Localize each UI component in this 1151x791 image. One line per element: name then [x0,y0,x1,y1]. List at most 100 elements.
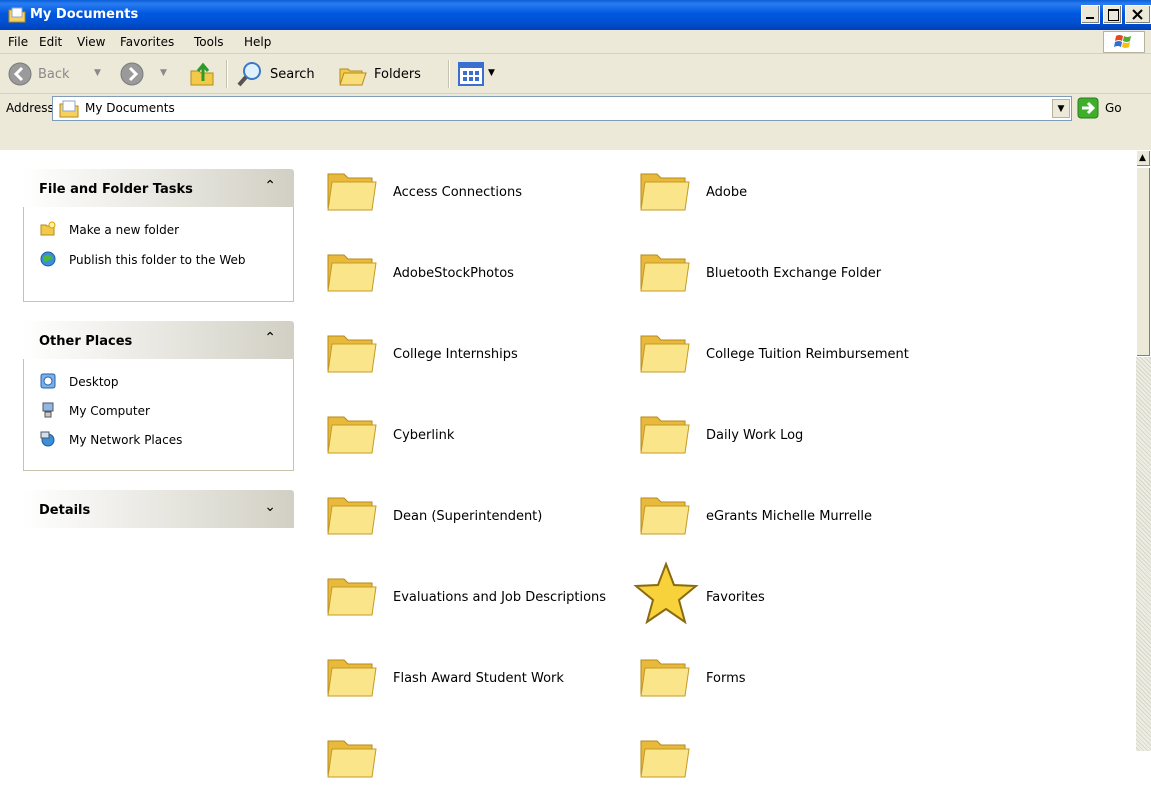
place-label: My Network Places [69,433,183,447]
views-button[interactable]: ▼ [456,60,512,88]
menu-tools[interactable]: Tools [194,35,224,49]
menu-edit[interactable]: Edit [39,35,62,49]
search-button[interactable]: Search [234,58,330,90]
address-input[interactable]: My Documents ▼ [52,96,1072,121]
minimize-button[interactable] [1081,5,1100,24]
folder-item[interactable]: College Tuition Reimbursement [637,326,937,386]
folder-name: Dean (Superintendent) [393,509,543,524]
folder-icon [324,488,378,541]
close-button[interactable] [1125,5,1151,24]
task-label: Make a new folder [69,223,180,237]
folder-icon [324,650,378,703]
network-places-icon [40,431,55,447]
folder-icon [324,569,378,622]
panel-header[interactable]: Other Places ⌃ [23,321,294,359]
toolbar-separator [448,60,449,88]
folder-item-partial[interactable] [324,731,384,791]
file-and-folder-tasks-panel: File and Folder Tasks ⌃ Make a new folde… [23,169,294,302]
folder-name: College Tuition Reimbursement [706,347,909,362]
my-documents-icon [59,100,79,118]
folder-name: Adobe [706,185,748,200]
folder-name: College Internships [393,347,518,362]
content-area: File and Folder Tasks ⌃ Make a new folde… [0,150,1136,778]
place-label: Desktop [69,375,119,389]
folder-item[interactable]: Flash Award Student Work [324,650,624,710]
address-value: My Documents [85,101,175,115]
task-pane: File and Folder Tasks ⌃ Make a new folde… [0,150,314,751]
vertical-scrollbar[interactable]: ▲ [1136,150,1151,751]
views-icon [458,62,484,86]
folder-icon [637,245,691,298]
folder-item[interactable]: Access Connections [324,164,624,224]
details-panel: Details ⌄ [23,490,294,528]
panel-title: File and Folder Tasks [39,182,193,197]
my-documents-icon [8,7,26,23]
folder-name: Access Connections [393,185,522,200]
search-label: Search [270,67,315,82]
folder-name: Bluetooth Exchange Folder [706,266,882,281]
folder-icon [324,164,378,217]
go-label: Go [1105,101,1122,115]
scroll-up-arrow-icon: ▲ [1139,153,1146,163]
back-button[interactable]: Back ▼ [4,58,114,90]
folder-item[interactable]: Daily Work Log [637,407,937,467]
place-label: My Computer [69,404,150,418]
folder-icon [637,326,691,379]
address-dropdown-icon[interactable]: ▼ [1052,99,1070,118]
menu-favorites[interactable]: Favorites [120,35,174,49]
views-dropdown-icon[interactable]: ▼ [488,68,495,78]
collapse-chevron-icon[interactable]: ⌃ [264,330,276,346]
folder-item[interactable]: Favorites [633,561,937,629]
folders-button[interactable]: Folders [334,58,438,90]
folder-item[interactable]: eGrants Michelle Murrelle [637,488,937,548]
folder-item-partial[interactable] [637,731,697,791]
menu-view[interactable]: View [77,35,105,49]
folder-item[interactable]: AdobeStockPhotos [324,245,624,305]
folders-icon [339,68,367,86]
folder-item[interactable]: College Internships [324,326,624,386]
folder-item[interactable]: Dean (Superintendent) [324,488,624,548]
panel-header[interactable]: Details ⌄ [23,490,294,528]
menu-bar: File Edit View Favorites Tools Help [0,30,1151,54]
go-button[interactable]: Go [1077,96,1143,121]
folder-item[interactable]: Cyberlink [324,407,624,467]
expand-chevron-icon[interactable]: ⌄ [264,499,276,515]
folder-item[interactable]: Evaluations and Job Descriptions [324,569,624,629]
collapse-chevron-icon[interactable]: ⌃ [264,178,276,194]
desktop-icon [40,373,56,389]
back-label: Back [38,67,70,82]
search-icon [237,62,261,87]
folder-name: AdobeStockPhotos [393,266,514,281]
new-folder-icon [40,221,56,236]
back-arrow-icon [8,62,32,86]
scroll-thumb[interactable] [1136,167,1151,357]
folder-item[interactable]: Forms [637,650,937,710]
folder-item[interactable]: Adobe [637,164,937,224]
folder-icon [324,731,378,784]
maximize-button[interactable] [1103,5,1122,24]
panel-header[interactable]: File and Folder Tasks ⌃ [23,169,294,207]
task-label: Publish this folder to the Web [69,253,246,267]
back-dropdown-icon[interactable]: ▼ [94,68,101,78]
panel-body: Desktop My Computer My Network Places [23,359,294,471]
folder-item[interactable]: Bluetooth Exchange Folder [637,245,937,305]
panel-title: Other Places [39,334,133,349]
standard-toolbar: Back ▼ ▼ Search Folders ▼ [0,54,1151,94]
folders-label: Folders [374,67,421,82]
scroll-up-button[interactable]: ▲ [1136,150,1151,167]
menu-help[interactable]: Help [244,35,271,49]
menu-file[interactable]: File [8,35,28,49]
title-bar[interactable]: My Documents [0,0,1151,30]
forward-arrow-icon [120,62,144,86]
folder-icon [637,164,691,217]
publish-web-icon [40,251,56,267]
folder-icon [637,650,691,703]
close-icon [1132,9,1143,20]
up-folder-button[interactable] [186,58,218,90]
panel-body: Make a new folder Publish this folder to… [23,207,294,302]
folder-icon [324,326,378,379]
folder-name: Daily Work Log [706,428,804,443]
forward-button[interactable]: ▼ [118,58,174,90]
folder-name: eGrants Michelle Murrelle [706,509,873,524]
forward-dropdown-icon[interactable]: ▼ [160,68,167,78]
